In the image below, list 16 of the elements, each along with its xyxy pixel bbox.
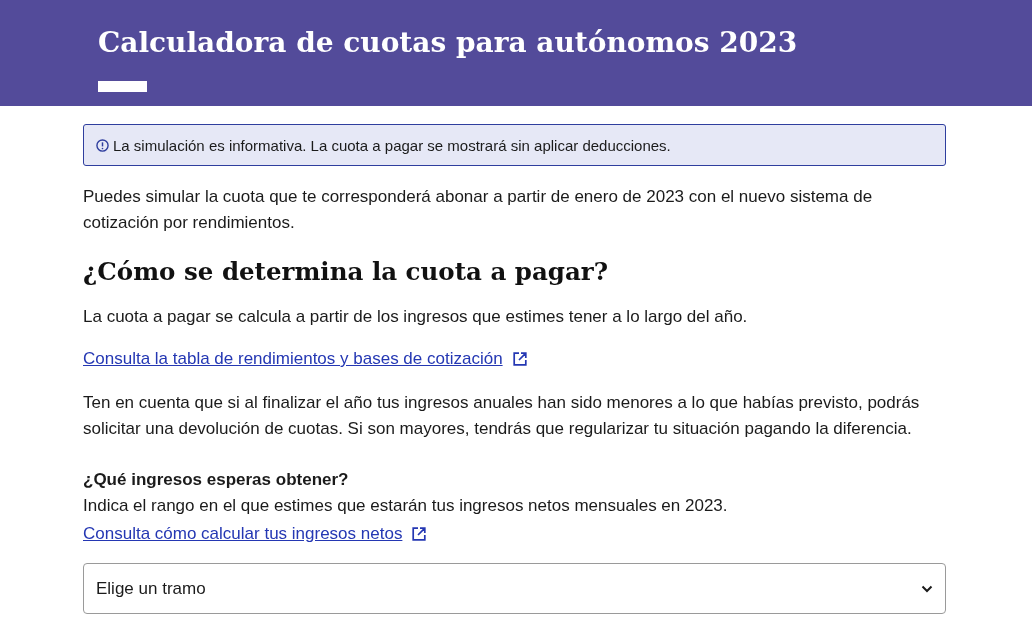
question-label: ¿Qué ingresos esperas obtener? <box>83 469 350 491</box>
intro-paragraph: Puedes simular la cuota que te corresponderá abonar a partir de enero de 2023 con el nuevo sistema de cotización por rendimientos. <box>83 186 874 234</box>
info-icon <box>96 138 109 152</box>
external-link-icon <box>512 352 527 366</box>
note-paragraph: Ten en cuenta que si al finalizar el año tus ingresos anuales han sido menores a lo que habías previsto, podrás solicitar una devolución de cuotas. Si son mayores, tendrás que regularizar tu situación pagando la diferencia. <box>83 392 921 440</box>
notice-text: La simulación es informativa. La cuota a pagar se mostrará sin aplicar deducciones. <box>113 136 671 154</box>
section-heading: ¿Cómo se determina la cuota a pagar? <box>83 256 610 288</box>
hint-text: Indica el rango en el que estimes que estarán tus ingresos netos mensuales en 2023. <box>83 495 729 517</box>
page-title: Calculadora de cuotas para autónomos 2023 <box>98 25 799 61</box>
chevron-down-icon <box>921 584 933 593</box>
description-paragraph: La cuota a pagar se calcula a partir de los ingresos que estimes tener a lo largo del año. <box>83 306 749 328</box>
table-link[interactable]: Consulta la tabla de rendimientos y bases de cotización <box>83 346 503 372</box>
title-underline-bar <box>98 81 147 92</box>
range-select[interactable]: Elige un tramo <box>83 563 946 614</box>
net-income-link[interactable]: Consulta cómo calcular tus ingresos netos <box>83 521 403 547</box>
external-link-icon <box>412 527 427 541</box>
